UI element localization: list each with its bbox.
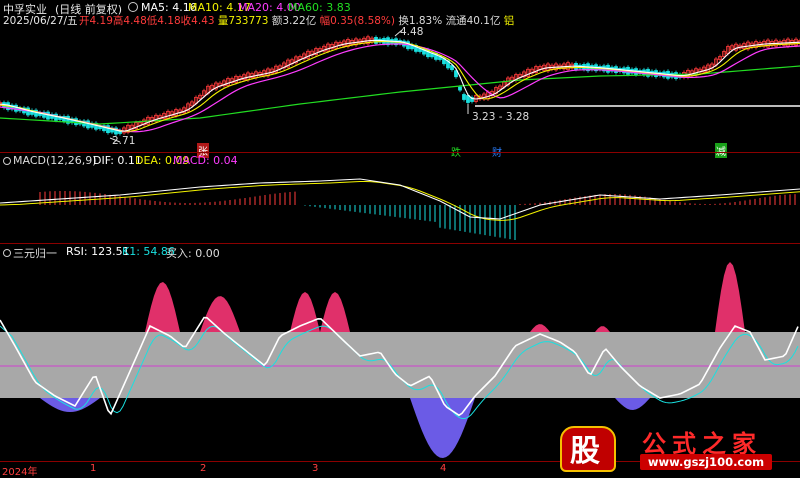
brand-char: 股 [570,426,600,470]
brand-url: www.gszj100.com [640,454,772,470]
x-tick-2: 2 [200,463,206,474]
quote-line: 开4.19高4.48低4.18收4.43 量733773 额3.22亿 幅0.3… [79,13,514,28]
quote-date: 2025/06/27/五 [3,13,78,28]
x-tick-1: 1 [90,463,96,474]
range-label: 3.23 - 3.28 [472,111,529,123]
event-tag-4[interactable]: 减 [715,143,727,158]
watermark-logo: 股 公式之家 www.gszj100.com [560,424,790,472]
panel-divider-2 [0,243,800,244]
high-price-label: 4.48 [400,26,423,38]
panel-divider [0,152,800,153]
low-price-label: 2.71 [112,135,135,147]
macd-chart[interactable] [0,165,800,245]
macd-toggle-icon[interactable] [3,157,11,165]
ma-toggle-icon[interactable] [128,2,138,12]
x-tick-4: 4 [440,463,446,474]
x-tick-3: 3 [312,463,318,474]
